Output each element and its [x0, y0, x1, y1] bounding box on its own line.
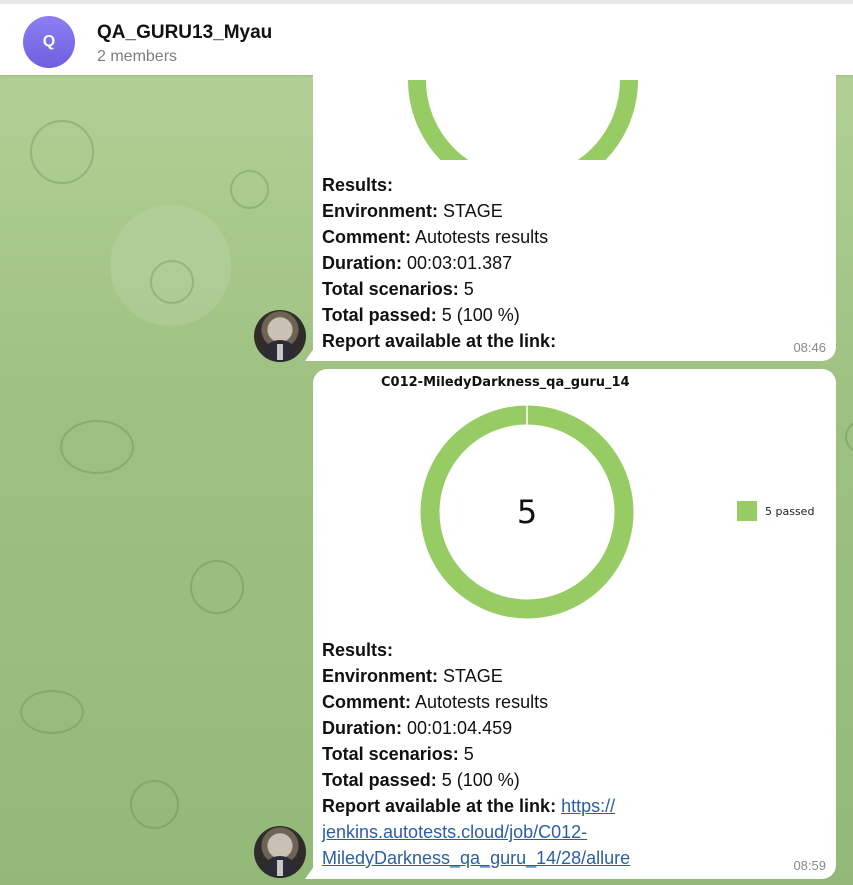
- total-passed-label: Total passed:: [322, 770, 437, 790]
- duration-label: Duration:: [322, 253, 402, 273]
- total-passed-label: Total passed:: [322, 305, 437, 325]
- chat-title[interactable]: QA_GURU13_Myau: [97, 22, 272, 44]
- total-passed-value: 5 (100 %): [441, 770, 520, 790]
- duration-label: Duration:: [322, 718, 402, 738]
- chart-ring-slice: [408, 79, 638, 160]
- report-link[interactable]: MiledyDarkness_qa_guru_14/28/allure: [322, 848, 630, 868]
- environment-label: Environment:: [322, 201, 439, 221]
- avatar-tie: [277, 344, 283, 360]
- results-label: Results:: [322, 175, 394, 195]
- comment-value: Autotests results: [415, 227, 549, 247]
- group-avatar[interactable]: Q: [23, 16, 75, 68]
- total-scenarios-value: 5: [463, 744, 474, 764]
- message-text: Results: Environment: STAGE Comment: Aut…: [322, 637, 630, 871]
- report-link[interactable]: https://: [561, 796, 615, 816]
- sender-avatar[interactable]: [254, 310, 306, 362]
- sender-avatar[interactable]: [254, 826, 306, 878]
- message-time: 08:46: [793, 340, 826, 355]
- background-doodle: [60, 420, 134, 474]
- background-doodle: [190, 560, 244, 614]
- total-scenarios-label: Total scenarios:: [322, 279, 459, 299]
- member-count: 2 members: [97, 48, 178, 65]
- legend-swatch: [737, 501, 757, 521]
- total-passed-value: 5 (100 %): [441, 305, 520, 325]
- report-label: Report available at the link:: [322, 796, 557, 816]
- total-scenarios-value: 5: [463, 279, 474, 299]
- chart-image[interactable]: [403, 60, 643, 160]
- chart-image[interactable]: 5: [408, 397, 648, 627]
- comment-label: Comment:: [322, 692, 411, 712]
- comment-value: Autotests results: [415, 692, 549, 712]
- environment-label: Environment:: [322, 666, 439, 686]
- chart-center-count: 5: [517, 493, 537, 531]
- background-doodle: [30, 120, 94, 184]
- report-label: Report available at the link:: [322, 331, 557, 351]
- legend-label: 5 passed: [765, 504, 815, 518]
- background-doodle: [130, 780, 179, 829]
- background-doodle: [230, 170, 269, 209]
- chart-legend: 5 passed: [737, 501, 814, 521]
- chart-title: C012-MiledyDarkness_qa_guru_14: [381, 375, 630, 390]
- message-time: 08:59: [793, 858, 826, 873]
- report-link[interactable]: jenkins.autotests.cloud/job/C012-: [322, 822, 587, 842]
- duration-value: 00:03:01.387: [407, 253, 513, 273]
- background-doodle: [845, 420, 853, 454]
- total-scenarios-label: Total scenarios:: [322, 744, 459, 764]
- results-label: Results:: [322, 640, 394, 660]
- environment-value: STAGE: [443, 201, 503, 221]
- avatar-tie: [277, 860, 283, 876]
- comment-label: Comment:: [322, 227, 411, 247]
- message-bubble[interactable]: C012-MiledyDarkness_qa_guru_14 5 5 passe…: [313, 369, 836, 879]
- background-doodle: [20, 690, 84, 734]
- message-text: Results: Environment: STAGE Comment: Aut…: [322, 172, 556, 354]
- environment-value: STAGE: [443, 666, 503, 686]
- message-bubble[interactable]: Results: Environment: STAGE Comment: Aut…: [313, 60, 836, 361]
- background-doodle: [150, 260, 194, 304]
- duration-value: 00:01:04.459: [407, 718, 513, 738]
